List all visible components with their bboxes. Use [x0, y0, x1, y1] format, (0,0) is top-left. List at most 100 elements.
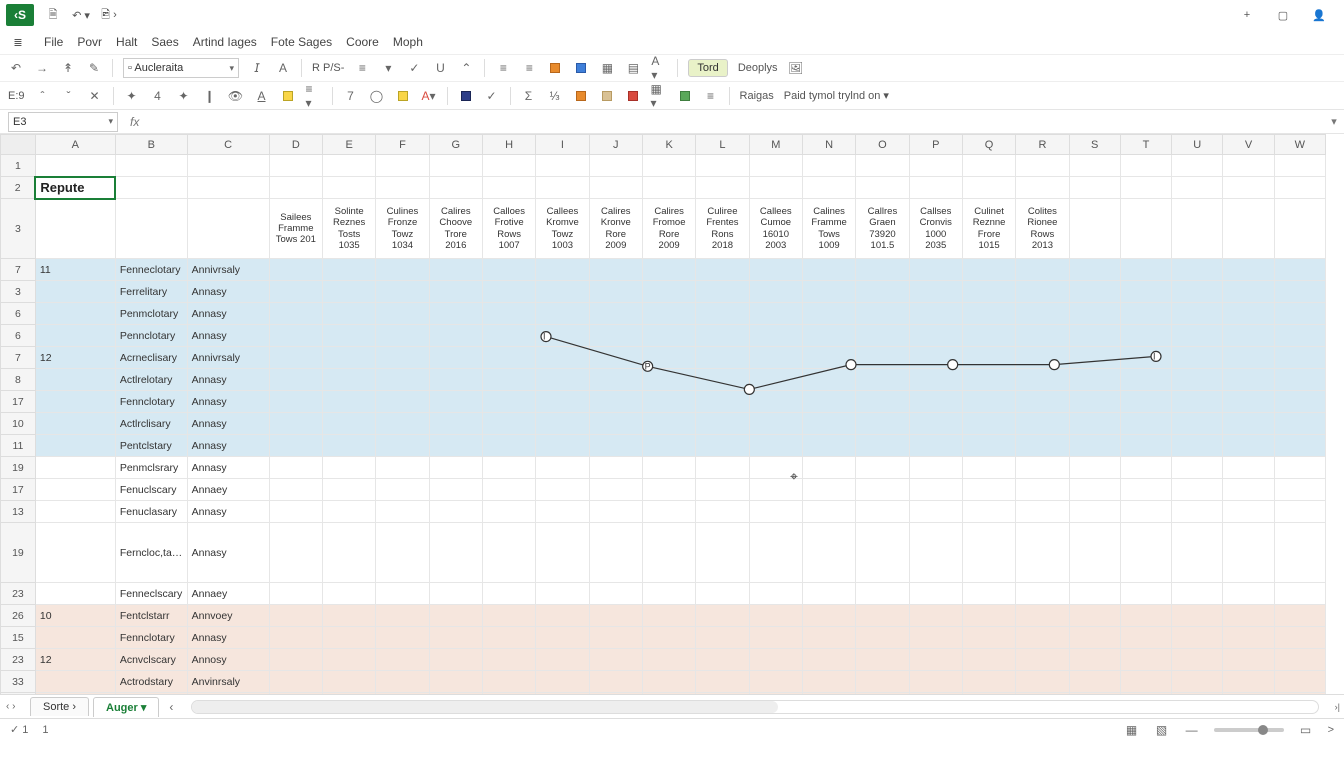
account-icon[interactable]: 👤 [1310, 6, 1328, 24]
cell[interactable] [749, 325, 802, 347]
cell[interactable] [269, 325, 322, 347]
cell[interactable] [322, 479, 375, 501]
cell[interactable]: Annvoey [187, 605, 269, 627]
column-headers[interactable]: ABCDEFGHIJKLMNOPQRSTUVW [1, 135, 1326, 155]
cell[interactable]: Callees Kromve Towz 1003 [536, 199, 589, 259]
cell[interactable] [1016, 523, 1069, 583]
cell[interactable] [696, 479, 749, 501]
cell[interactable] [1016, 391, 1069, 413]
cell[interactable] [856, 605, 909, 627]
cell[interactable] [536, 391, 589, 413]
cell[interactable] [322, 457, 375, 479]
cell[interactable] [35, 627, 115, 649]
ring-icon[interactable]: ◯ [369, 88, 385, 104]
cell[interactable] [642, 605, 695, 627]
cell[interactable] [1016, 627, 1069, 649]
cell[interactable] [1223, 369, 1274, 391]
cell[interactable] [376, 671, 429, 693]
cell[interactable] [802, 391, 855, 413]
cell[interactable] [589, 479, 642, 501]
cell[interactable] [269, 369, 322, 391]
cell[interactable] [1016, 413, 1069, 435]
cell[interactable] [749, 479, 802, 501]
cell[interactable] [429, 391, 482, 413]
cell[interactable]: Acrneclisary [115, 347, 187, 369]
cell[interactable] [909, 583, 962, 605]
cell[interactable]: Pennclotary [115, 325, 187, 347]
cell[interactable] [269, 605, 322, 627]
table-row[interactable]: 712AcrneclisaryAnnivrsaly [1, 347, 1326, 369]
cell[interactable] [642, 347, 695, 369]
column-header[interactable]: V [1223, 135, 1274, 155]
cell[interactable]: Annasy [187, 369, 269, 391]
cell[interactable] [482, 627, 535, 649]
cell[interactable] [187, 177, 269, 199]
table-row[interactable]: 2610FentclstarrAnnvoey [1, 605, 1326, 627]
cell[interactable] [536, 177, 589, 199]
cell[interactable] [536, 627, 589, 649]
row-header[interactable]: 33 [1, 671, 36, 693]
cell[interactable] [269, 155, 322, 177]
cell[interactable] [642, 177, 695, 199]
cell[interactable] [962, 281, 1015, 303]
cell[interactable] [429, 281, 482, 303]
cell[interactable] [696, 457, 749, 479]
cell[interactable] [115, 199, 187, 259]
menu-fote[interactable]: Fote Sages [271, 35, 332, 49]
table-row[interactable]: 11PentclstaryAnnasy [1, 435, 1326, 457]
cell[interactable] [696, 369, 749, 391]
cell[interactable] [962, 627, 1015, 649]
cell[interactable] [642, 479, 695, 501]
cell[interactable] [1223, 479, 1274, 501]
cell[interactable] [1172, 479, 1223, 501]
cell[interactable] [376, 177, 429, 199]
cell[interactable] [1120, 303, 1171, 325]
cell[interactable] [376, 369, 429, 391]
italic-icon[interactable]: 𝘐 [249, 60, 265, 76]
cell[interactable] [1172, 671, 1223, 693]
cell[interactable] [269, 671, 322, 693]
row-header[interactable]: 3 [1, 281, 36, 303]
column-header[interactable]: J [589, 135, 642, 155]
cell[interactable]: Fenuclasary [115, 501, 187, 523]
cell[interactable] [749, 671, 802, 693]
cell[interactable] [589, 501, 642, 523]
cell[interactable] [376, 501, 429, 523]
cell[interactable] [749, 177, 802, 199]
tab-sheet1[interactable]: Sorte › [30, 697, 89, 716]
cell[interactable] [802, 413, 855, 435]
cell[interactable] [429, 177, 482, 199]
cell[interactable] [696, 671, 749, 693]
table-row[interactable]: 3FerrelitaryAnnasy [1, 281, 1326, 303]
cell[interactable] [589, 369, 642, 391]
cell[interactable]: Sailees Framme Tows 201 [269, 199, 322, 259]
cell[interactable]: Fenneclscary [115, 583, 187, 605]
cell[interactable] [749, 347, 802, 369]
cell[interactable] [909, 369, 962, 391]
cell[interactable] [802, 435, 855, 457]
cell[interactable] [1172, 457, 1223, 479]
cell[interactable] [1172, 177, 1223, 199]
cell[interactable] [482, 347, 535, 369]
cell[interactable]: Actlrclisary [115, 413, 187, 435]
cell[interactable] [482, 479, 535, 501]
select-all-corner[interactable] [1, 135, 36, 155]
cell[interactable] [642, 583, 695, 605]
row-header[interactable]: 3 [1, 199, 36, 259]
cell[interactable] [696, 523, 749, 583]
redo-icon[interactable]: 🖻 › [100, 6, 118, 24]
cell[interactable] [269, 303, 322, 325]
cell[interactable] [1223, 259, 1274, 281]
table-row[interactable]: 23FenneclscaryAnnaey [1, 583, 1326, 605]
cell[interactable] [909, 627, 962, 649]
cell[interactable] [376, 391, 429, 413]
row-header[interactable]: 23 [1, 649, 36, 671]
cell[interactable] [376, 457, 429, 479]
cell[interactable] [536, 649, 589, 671]
cell[interactable] [1016, 325, 1069, 347]
cell[interactable] [35, 155, 115, 177]
cell[interactable] [1274, 199, 1325, 259]
menu-coore[interactable]: Coore [346, 35, 379, 49]
cell[interactable] [962, 369, 1015, 391]
cell[interactable] [35, 479, 115, 501]
